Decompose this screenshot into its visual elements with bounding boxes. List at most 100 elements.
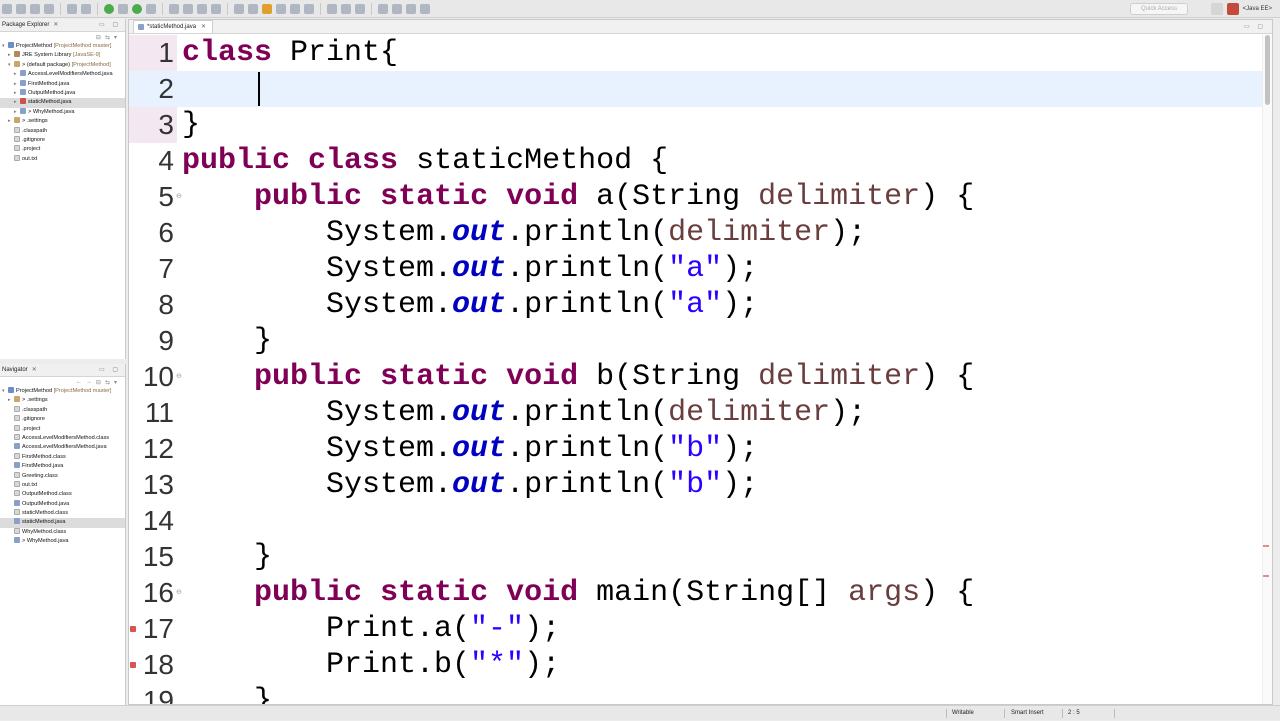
toolbar-button-icon[interactable]	[197, 3, 207, 14]
toolbar-button-icon[interactable]	[327, 3, 337, 14]
tree-item[interactable]: ▾ ProjectMethod [ProjectMethod master]	[0, 42, 125, 51]
tree-item[interactable]: ▸ > .settings	[0, 396, 125, 405]
code-line[interactable]: 13 System.out.println("b");	[129, 467, 1269, 503]
toolbar-button-icon[interactable]	[132, 3, 142, 14]
tree-item[interactable]: ▸ > .settings	[0, 117, 125, 126]
toolbar-button-icon[interactable]	[81, 3, 91, 14]
code-line[interactable]: 6 System.out.println(delimiter);	[129, 215, 1269, 251]
code-area[interactable]: 1 class Print{2 3} 4 public class staticMet…	[129, 35, 1272, 704]
tree-item[interactable]: staticMethod.java	[0, 518, 125, 528]
toolbar-button-icon[interactable]	[67, 3, 77, 14]
code-line[interactable]: 2	[129, 71, 1269, 107]
tree-item[interactable]: .project	[0, 424, 125, 434]
code-line[interactable]: 3}	[129, 107, 1269, 143]
code-line[interactable]: 4 public class staticMethod {	[129, 143, 1269, 179]
toolbar-button-icon[interactable]	[290, 3, 300, 14]
vertical-scrollbar[interactable]	[1262, 35, 1272, 704]
tree-item[interactable]: .classpath	[0, 405, 125, 415]
tree-item[interactable]: ▸ OutputMethod.java	[0, 88, 125, 98]
code-line[interactable]: 5 ⊖ public static void a(String delimiter…	[129, 179, 1269, 215]
view-menu-icon[interactable]: ▾	[114, 379, 117, 386]
tree-item[interactable]: WhyMethod.class	[0, 527, 125, 537]
tree-item[interactable]: ▸ AccessLevelModifiersMethod.java	[0, 70, 125, 79]
perspective-label[interactable]: <Java EE>	[1243, 6, 1272, 12]
toolbar-button-icon[interactable]	[276, 3, 286, 14]
tree-item[interactable]: OutputMethod.class	[0, 490, 125, 499]
toolbar-button-icon[interactable]	[183, 3, 193, 14]
tree-item[interactable]: ▸ JRE System Library [JavaSE-9]	[0, 51, 125, 60]
code-line[interactable]: 18 Print.b("*");	[129, 647, 1269, 683]
view-menu-icon[interactable]: ▾	[114, 34, 117, 41]
tree-item[interactable]: FirstMethod.class	[0, 452, 125, 462]
toolbar-button-icon[interactable]	[420, 3, 430, 14]
package-explorer-title[interactable]: Package Explorer	[2, 19, 49, 32]
tree-item[interactable]: FirstMethod.java	[0, 462, 125, 471]
tree-item[interactable]: OutputMethod.java	[0, 499, 125, 509]
code-line[interactable]: 7 System.out.println("a");	[129, 251, 1269, 287]
fold-toggle-icon[interactable]: ⊖	[176, 359, 182, 395]
scrollbar-thumb[interactable]	[1265, 35, 1270, 105]
tree-item[interactable]: ▸ staticMethod.java	[0, 98, 125, 108]
tree-item[interactable]: ▸ > WhyMethod.java	[0, 107, 125, 117]
toolbar-button-icon[interactable]	[262, 3, 272, 14]
tree-item[interactable]: .classpath	[0, 126, 125, 136]
code-line[interactable]: 10 ⊖ public static void b(String delimite…	[129, 359, 1269, 395]
view-controls[interactable]: ▭ ▢	[99, 19, 121, 32]
editor-tab[interactable]: *staticMethod.java ✕	[133, 20, 214, 33]
code-line[interactable]: 14	[129, 503, 1269, 539]
error-marker-icon[interactable]	[130, 662, 136, 668]
close-icon[interactable]: ✕	[201, 21, 206, 33]
collapse-all-icon[interactable]: ⊟	[96, 34, 101, 41]
quick-access-input[interactable]: Quick Access	[1130, 3, 1188, 15]
toolbar-button-icon[interactable]	[16, 3, 26, 14]
editor-view-controls[interactable]: ▭ ▢	[1244, 23, 1266, 30]
code-line[interactable]: 16 ⊖ public static void main(String[] arg…	[129, 575, 1269, 611]
tree-item[interactable]: > WhyMethod.java	[0, 537, 125, 546]
toolbar-button-icon[interactable]	[2, 3, 12, 14]
toolbar-button-icon[interactable]	[104, 3, 114, 14]
tree-item[interactable]: .gitignore	[0, 415, 125, 424]
toolbar-button-icon[interactable]	[304, 3, 314, 14]
code-line[interactable]: 12 System.out.println("b");	[129, 431, 1269, 467]
tree-item[interactable]: AccessLevelModifiersMethod.class	[0, 433, 125, 443]
tree-item[interactable]: out.txt	[0, 154, 125, 164]
forward-icon[interactable]: →	[86, 379, 92, 385]
tree-item[interactable]: ▸ FirstMethod.java	[0, 79, 125, 89]
code-line[interactable]: 19 }	[129, 683, 1269, 704]
code-line[interactable]: 17 Print.a("-");	[129, 611, 1269, 647]
code-line[interactable]: 11 System.out.println(delimiter);	[129, 395, 1269, 431]
fold-toggle-icon[interactable]: ⊖	[176, 575, 182, 611]
toolbar-button-icon[interactable]	[406, 3, 416, 14]
code-line[interactable]: 1 class Print{	[129, 35, 1269, 71]
link-editor-icon[interactable]: ⇆	[105, 379, 110, 386]
toolbar-button-icon[interactable]	[211, 3, 221, 14]
back-icon[interactable]: ←	[76, 379, 82, 385]
toolbar-button-icon[interactable]	[378, 3, 388, 14]
toolbar-button-icon[interactable]	[234, 3, 244, 14]
tree-item[interactable]: ▾ > (default package) [ProjectMethod]	[0, 60, 125, 70]
toolbar-button-icon[interactable]	[44, 3, 54, 14]
tree-item[interactable]: ▾ ProjectMethod [ProjectMethod master]	[0, 387, 125, 396]
error-ruler-mark[interactable]	[1263, 575, 1269, 577]
open-perspective-icon[interactable]	[1210, 3, 1223, 15]
toolbar-button-icon[interactable]	[118, 3, 128, 14]
error-ruler-mark[interactable]	[1263, 545, 1269, 547]
code-line[interactable]: 9 }	[129, 323, 1269, 359]
toolbar-button-icon[interactable]	[146, 3, 156, 14]
toolbar-button-icon[interactable]	[341, 3, 351, 14]
collapse-all-icon[interactable]: ⊟	[96, 379, 101, 386]
tree-item[interactable]: staticMethod.class	[0, 509, 125, 518]
close-icon[interactable]: ✕	[53, 19, 58, 32]
error-marker-icon[interactable]	[130, 626, 136, 632]
view-controls[interactable]: ▭ ▢	[99, 364, 121, 377]
toolbar-button-icon[interactable]	[169, 3, 179, 14]
tree-item[interactable]: .gitignore	[0, 135, 125, 145]
tree-item[interactable]: Greeting.class	[0, 471, 125, 481]
fold-toggle-icon[interactable]: ⊖	[176, 179, 182, 215]
tree-item[interactable]: AccessLevelModifiersMethod.java	[0, 443, 125, 452]
toolbar-button-icon[interactable]	[30, 3, 40, 14]
tree-item[interactable]: .project	[0, 145, 125, 154]
toolbar-button-icon[interactable]	[248, 3, 258, 14]
link-editor-icon[interactable]: ⇆	[105, 34, 110, 41]
toolbar-button-icon[interactable]	[392, 3, 402, 14]
